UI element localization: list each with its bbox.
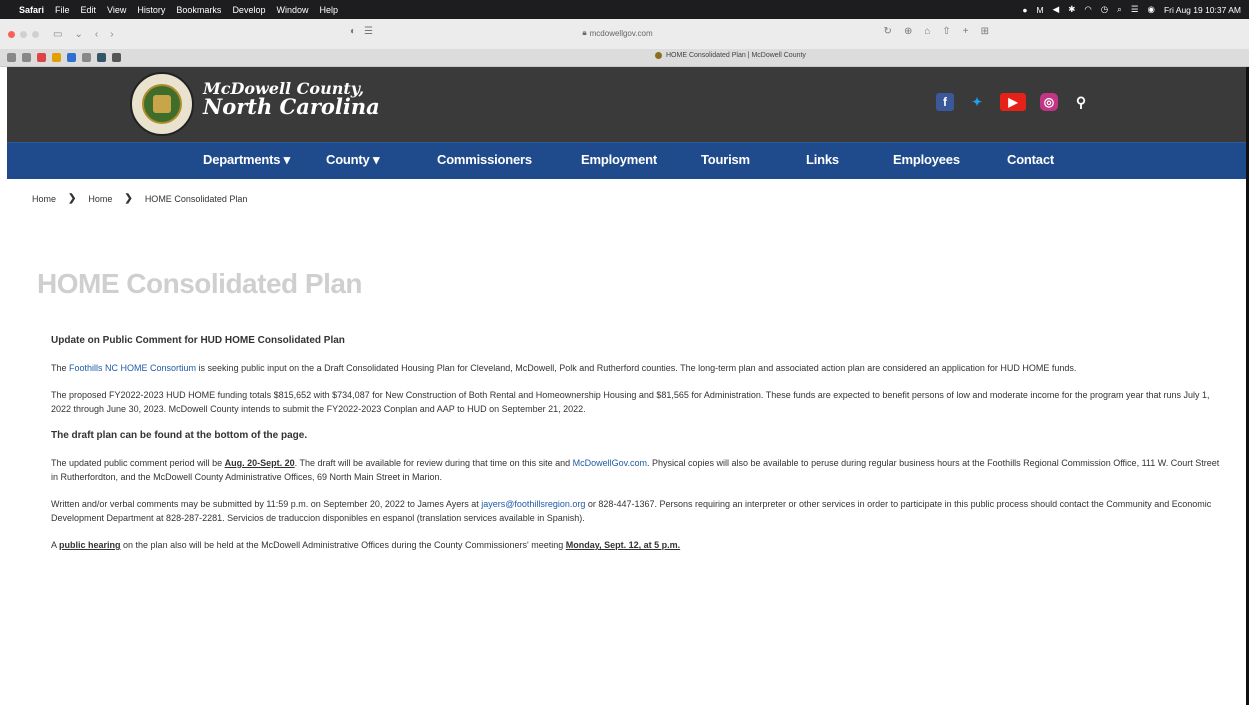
menu-edit[interactable]: Edit <box>81 5 97 15</box>
mcdowellgov-link[interactable]: McDowellGov.com <box>573 458 647 468</box>
update-heading: Update on Public Comment for HUD HOME Co… <box>51 335 345 346</box>
nav-links[interactable]: Links <box>806 152 839 167</box>
menu-window[interactable]: Window <box>276 5 308 15</box>
nav-employees[interactable]: Employees <box>893 152 960 167</box>
zoom-window-button[interactable] <box>32 30 39 38</box>
facebook-icon[interactable]: f <box>936 93 954 111</box>
sidebar-icon[interactable]: ▭ <box>53 29 62 40</box>
paragraph-written-comments: Written and/or verbal comments may be su… <box>51 497 1226 525</box>
breadcrumb: Home ❯ Home ❯ HOME Consolidated Plan <box>32 193 247 204</box>
url-text[interactable]: mcdowellgov.com <box>590 29 653 38</box>
home-icon[interactable]: ⌂ <box>924 26 930 37</box>
breadcrumb-current: HOME Consolidated Plan <box>144 193 248 204</box>
bluetooth-icon[interactable]: ✱ <box>1068 4 1075 15</box>
text: A <box>51 540 60 550</box>
window-controls <box>0 30 39 38</box>
nav-tourism[interactable]: Tourism <box>701 152 750 167</box>
text: Written and/or verbal comments may be su… <box>51 499 482 509</box>
nc-favorite-icon[interactable] <box>112 53 121 62</box>
close-window-button[interactable] <box>8 30 15 38</box>
county-seal-logo[interactable] <box>130 72 194 136</box>
paragraph-comment-period: The updated public comment period will b… <box>51 456 1226 484</box>
menu-bookmarks[interactable]: Bookmarks <box>176 5 221 15</box>
email-link[interactable]: jayers@foothillsregion.org <box>481 499 585 509</box>
menu-help[interactable]: Help <box>319 5 338 15</box>
volume-icon[interactable]: ◀︎ <box>1053 4 1060 15</box>
wifi-icon[interactable]: ◠ <box>1084 4 1091 15</box>
siri-icon[interactable]: ◉ <box>1148 4 1155 15</box>
share-icon[interactable]: ⇧ <box>942 26 950 37</box>
favorite-icon[interactable] <box>97 53 106 62</box>
tab-bar: HOME Consolidated Plan | McDowell County <box>0 49 1249 67</box>
favorites-bar <box>0 53 121 62</box>
forward-icon[interactable]: › <box>110 29 113 40</box>
public-hearing-link[interactable]: public hearing <box>59 540 121 550</box>
spotlight-icon[interactable]: ⌕ <box>1117 4 1122 15</box>
comment-dates: Aug. 20-Sept. 20 <box>224 458 295 468</box>
consortium-link[interactable]: Foothills NC HOME Consortium <box>69 363 196 373</box>
brand-line-2[interactable]: North Carolina <box>203 94 380 119</box>
paragraph-funding: The proposed FY2022-2023 HUD HOME fundin… <box>51 390 1210 414</box>
text: on the plan also will be held at the McD… <box>120 540 566 550</box>
active-tab[interactable]: HOME Consolidated Plan | McDowell County <box>655 52 806 59</box>
back-icon[interactable]: ‹ <box>95 29 98 40</box>
lock-icon: 🔒︎ <box>582 28 587 37</box>
text: The updated public comment period will b… <box>51 458 225 468</box>
browser-toolbar: ▭ ⌄ ‹ › ◐ ☰ 🔒︎ mcdowellgov.com ↻ ⊕ ⌂ ⇧ +… <box>0 19 1249 49</box>
paragraph-public-hearing: A public hearing on the plan also will b… <box>51 538 1226 552</box>
menu-file[interactable]: File <box>55 5 70 15</box>
breadcrumb-home[interactable]: Home <box>32 194 56 204</box>
clock-icon[interactable]: ◷ <box>1101 4 1108 15</box>
page-title: HOME Consolidated Plan <box>37 268 363 299</box>
status-dot-icon[interactable]: ● <box>1022 5 1027 15</box>
favorite-icon[interactable] <box>7 53 16 62</box>
nav-departments[interactable]: Departments ▾ <box>203 152 290 168</box>
favorite-icon[interactable] <box>82 53 91 62</box>
tab-title: HOME Consolidated Plan | McDowell County <box>666 52 806 59</box>
macos-menubar: Safari File Edit View History Bookmarks … <box>0 0 1249 19</box>
main-navigation: Departments ▾ County ▾ Commissioners Emp… <box>7 142 1249 179</box>
page-content: Update on Public Comment for HUD HOME Co… <box>51 334 1226 565</box>
site-favicon-icon <box>655 52 662 59</box>
favorite-icon[interactable] <box>67 53 76 62</box>
control-center-icon[interactable]: ☰ <box>1131 4 1139 15</box>
nav-employment[interactable]: Employment <box>581 152 657 167</box>
draft-note: The draft plan can be found at the botto… <box>51 430 308 441</box>
hearing-date: Monday, Sept. 12, at 5 p.m. <box>565 540 681 550</box>
nav-commissioners[interactable]: Commissioners <box>437 152 532 167</box>
reload-icon[interactable]: ↻ <box>884 26 892 37</box>
twitter-icon[interactable]: ✦ <box>968 93 986 111</box>
menu-app-name[interactable]: Safari <box>19 5 44 15</box>
instagram-icon[interactable]: ◎ <box>1040 93 1058 111</box>
text: . The draft will be available for review… <box>294 458 573 468</box>
address-bar[interactable]: ◐ ☰ 🔒︎ mcdowellgov.com <box>350 23 885 43</box>
breadcrumb-home-2[interactable]: Home <box>88 194 112 204</box>
menu-develop[interactable]: Develop <box>232 5 265 15</box>
menu-history[interactable]: History <box>137 5 165 15</box>
paragraph-consortium: The Foothills NC HOME Consortium is seek… <box>51 361 1226 375</box>
search-icon[interactable]: ⚲ <box>1072 93 1090 111</box>
tab-overview-icon[interactable]: ⊞ <box>981 26 989 37</box>
chevron-down-icon[interactable]: ⌄ <box>74 29 82 40</box>
nav-contact[interactable]: Contact <box>1007 152 1054 167</box>
reader-icon[interactable]: ☰ <box>364 26 373 37</box>
minimize-window-button[interactable] <box>20 30 27 38</box>
youtube-icon[interactable]: ▶ <box>1000 93 1026 111</box>
menu-view[interactable]: View <box>107 5 126 15</box>
gmail-favorite-icon[interactable] <box>37 53 46 62</box>
download-icon[interactable]: ⊕ <box>904 26 912 37</box>
site-header: McDowell County, North Carolina f ✦ ▶ ◎ … <box>7 67 1249 142</box>
text: The <box>51 363 70 373</box>
text: is seeking public input on the a Draft C… <box>196 363 1077 373</box>
chevron-right-icon: ❯ <box>68 193 77 204</box>
gmail-icon[interactable]: M <box>1037 5 1044 15</box>
favorite-icon[interactable] <box>52 53 61 62</box>
chevron-right-icon: ❯ <box>124 193 133 204</box>
favorite-icon[interactable] <box>22 53 31 62</box>
new-tab-icon[interactable]: + <box>963 26 969 37</box>
social-links: f ✦ ▶ ◎ ⚲ <box>936 93 1090 111</box>
menubar-clock[interactable]: Fri Aug 19 10:37 AM <box>1164 5 1241 15</box>
privacy-shield-icon[interactable]: ◐ <box>350 26 356 37</box>
nav-county[interactable]: County ▾ <box>326 152 380 168</box>
